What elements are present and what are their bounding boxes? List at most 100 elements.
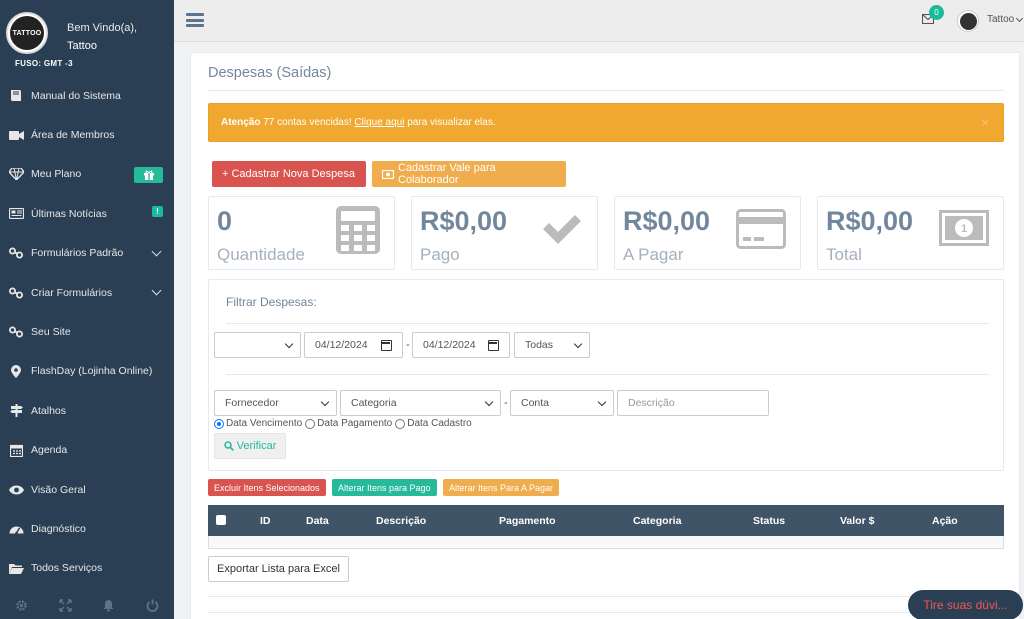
stat-paid: R$0,00 Pago [411, 196, 598, 270]
radio-label: Data Pagamento [317, 418, 393, 429]
bell-icon[interactable] [99, 595, 119, 615]
page-title: Despesas (Saídas) [208, 65, 332, 81]
radio-button[interactable] [305, 418, 316, 429]
alert-count: 77 contas vencidas! [263, 117, 352, 128]
sidebar-item-diagnostic[interactable]: Diagnóstico [0, 509, 174, 548]
divider [208, 612, 1004, 613]
money-icon: 1 [939, 210, 989, 249]
sidebar-item-create-forms[interactable]: Criar Formulários [0, 273, 174, 312]
radio-button[interactable] [214, 418, 224, 429]
news-badge: ! [152, 206, 163, 218]
chevron-down-icon[interactable] [1015, 14, 1024, 23]
avatar[interactable] [957, 10, 979, 32]
sidebar-item-agenda[interactable]: Agenda [0, 431, 174, 470]
stat-label: Quantidade [217, 245, 305, 264]
mark-to-pay-button[interactable]: Alterar Itens Para A Pagar [443, 479, 560, 496]
filter-panel: Filtrar Despesas: 04/12/2024 - 04/12/202… [208, 279, 1004, 471]
brand-logo[interactable]: TATTOO [6, 12, 48, 54]
select-all-checkbox[interactable] [216, 515, 226, 525]
status-select-value: Todas [525, 339, 554, 351]
divider [208, 90, 1004, 91]
date-to-value: 04/12/2024 [423, 339, 476, 351]
column-header[interactable]: Ação [932, 515, 958, 527]
stat-label: Total [826, 245, 862, 264]
delete-selected-button[interactable]: Excluir Itens Selecionados [208, 479, 326, 496]
chevron-down-icon [597, 397, 607, 407]
new-voucher-button[interactable]: Cadastrar Vale para Colaborador [372, 161, 566, 187]
sidebar-item-overview[interactable]: Visão Geral [0, 470, 174, 509]
table-empty-row [208, 536, 1004, 549]
help-chat-button[interactable]: Tire suas dúvi... [908, 590, 1023, 619]
description-input[interactable]: Descrição [617, 390, 769, 416]
sidebar-item-news[interactable]: Últimas Notícias ! [0, 194, 174, 233]
supplier-select-value: Fornecedor [225, 397, 279, 409]
category-select[interactable]: Categoria [340, 390, 501, 416]
power-icon[interactable] [142, 595, 162, 615]
newspaper-icon [8, 207, 24, 221]
gift-icon [134, 166, 163, 183]
sidebar-item-shortcuts[interactable]: Atalhos [0, 391, 174, 430]
sidebar: TATTOO Bem Vindo(a), Tattoo FUSO: GMT -3… [0, 0, 174, 619]
check-icon [541, 213, 583, 248]
calendar-icon[interactable] [381, 340, 392, 351]
supplier-select[interactable]: Fornecedor [214, 390, 337, 416]
sidebar-item-label: Manual do Sistema [31, 89, 121, 102]
category-select-value: Categoria [351, 397, 397, 409]
chevron-down-icon [484, 397, 494, 407]
fullscreen-icon[interactable] [55, 595, 75, 615]
svg-text:1: 1 [961, 223, 967, 235]
column-header[interactable]: ID [260, 515, 271, 527]
money-icon [382, 169, 394, 179]
calculator-icon [336, 206, 380, 257]
sidebar-item-manual[interactable]: Manual do Sistema [0, 76, 174, 115]
alert-prefix: Atenção [221, 117, 261, 128]
radio-register-date[interactable]: Data Cadastro [395, 418, 472, 429]
stat-value: R$0,00 [826, 206, 914, 236]
sidebar-item-flashday[interactable]: FlashDay (Lojinha Online) [0, 352, 174, 391]
chevron-down-icon [284, 339, 294, 349]
radio-payment-date[interactable]: Data Pagamento [305, 418, 392, 429]
filter-title: Filtrar Despesas: [226, 295, 317, 309]
date-from-input[interactable]: 04/12/2024 [304, 332, 403, 358]
sidebar-item-label: Seu Site [31, 326, 71, 339]
column-header[interactable]: Valor $ [840, 515, 874, 527]
account-select[interactable]: Conta [510, 390, 614, 416]
overdue-alert: Atenção 77 contas vencidas! Clique aqui … [208, 103, 1004, 142]
mark-paid-button[interactable]: Alterar Itens para Pago [332, 479, 437, 496]
verify-button[interactable]: Verificar [214, 433, 286, 459]
status-select[interactable]: Todas [514, 332, 590, 358]
close-icon[interactable]: × [981, 115, 989, 130]
signpost-icon [8, 404, 24, 418]
new-expense-button[interactable]: + Cadastrar Nova Despesa [212, 161, 366, 187]
column-header[interactable]: Categoria [633, 515, 681, 527]
gear-icon[interactable] [12, 595, 32, 615]
eye-icon [8, 483, 24, 497]
date-to-input[interactable]: 04/12/2024 [412, 332, 510, 358]
radio-button[interactable] [395, 418, 406, 429]
separator: - [504, 397, 508, 409]
sidebar-item-site[interactable]: Seu Site [0, 312, 174, 351]
radio-due-date[interactable]: Data Vencimento [214, 418, 302, 429]
sidebar-item-default-forms[interactable]: Formulários Padrão [0, 234, 174, 273]
dashboard-icon [8, 522, 24, 536]
sidebar-item-label: Diagnóstico [31, 522, 86, 535]
user-menu-label[interactable]: Tattoo [987, 14, 1014, 25]
sidebar-item-all-services[interactable]: Todos Serviços [0, 549, 174, 588]
stat-value: 0 [217, 206, 233, 236]
column-header[interactable]: Data [306, 515, 329, 527]
sidebar-item-label: Meu Plano [31, 168, 82, 181]
column-header[interactable]: Descrição [376, 515, 426, 527]
welcome-text: Bem Vindo(a), [67, 22, 138, 34]
sidebar-item-members[interactable]: Área de Membros [0, 115, 174, 154]
sidebar-menu: Manual do Sistema Área de Membros Meu Pl… [0, 76, 174, 588]
alert-link[interactable]: Clique aqui [354, 117, 404, 128]
mail-count-badge: 0 [929, 5, 944, 20]
calendar-icon[interactable] [488, 340, 499, 351]
export-excel-button[interactable]: Exportar Lista para Excel [208, 556, 349, 582]
column-header[interactable]: Status [753, 515, 785, 527]
column-header[interactable]: Pagamento [499, 515, 556, 527]
stat-value: R$0,00 [623, 206, 711, 236]
period-select[interactable] [214, 332, 301, 358]
sidebar-item-plan[interactable]: Meu Plano [0, 155, 174, 194]
menu-toggle-icon[interactable] [186, 13, 204, 27]
